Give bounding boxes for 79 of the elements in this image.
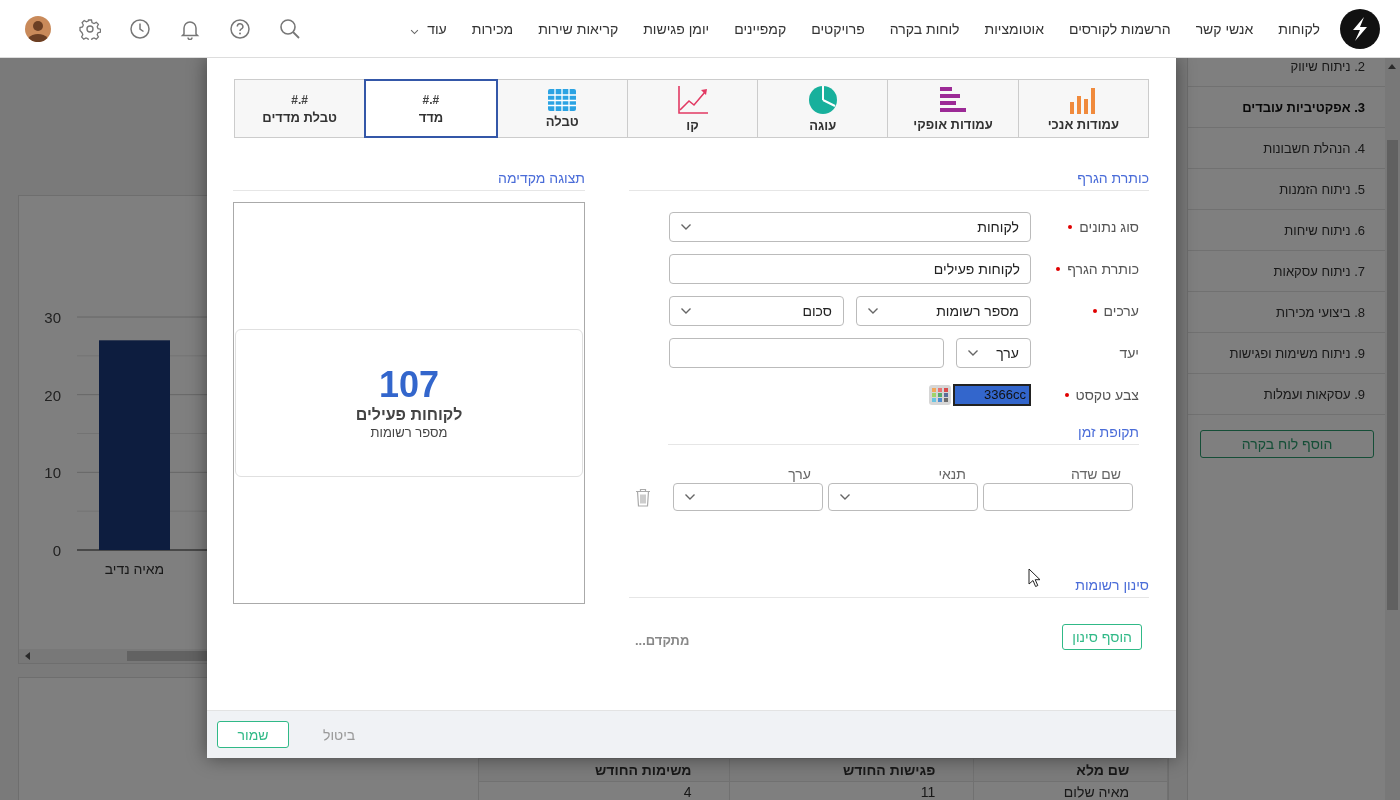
column-header: משימות החודש: [478, 758, 730, 782]
dropdown[interactable]: סכום: [669, 296, 844, 326]
dropdown[interactable]: לקוחות: [669, 212, 1031, 242]
text-field[interactable]: [983, 483, 1133, 511]
search-icon[interactable]: [279, 17, 301, 40]
section-heading: כותרת הגרף: [629, 168, 1149, 191]
field-label: כותרת הגרף: [1067, 261, 1139, 277]
tab-label: מדד: [418, 109, 444, 125]
number-format-symbol: #.#: [422, 92, 440, 107]
trash-icon[interactable]: [635, 487, 651, 507]
metric-title: לקוחות פעילים: [355, 406, 463, 424]
chevron-icon: [684, 493, 696, 501]
chart-type-tab[interactable]: קו: [626, 79, 759, 138]
chevron-icon: [410, 28, 420, 35]
tab-label: עמודות אופקי: [913, 116, 993, 132]
menu-link[interactable]: קריאות שירות: [538, 20, 619, 37]
chart-type-tab[interactable]: עמודות אופקי: [887, 79, 1019, 138]
field-label: יעד: [1119, 345, 1139, 361]
chart-type-tab[interactable]: #.# מדד: [364, 79, 498, 138]
chart-type-tab[interactable]: עמודות אנכי: [1017, 79, 1149, 138]
field-label: סוג נתונים: [1079, 219, 1139, 235]
menu-link[interactable]: אוטומציות: [984, 20, 1044, 37]
tick-label: 10: [44, 464, 61, 482]
column-header: פגישות החודש: [730, 758, 974, 782]
tick-label: 30: [44, 309, 61, 326]
text-field[interactable]: לקוחות פעילים: [669, 254, 1031, 284]
color-field[interactable]: 3366cc: [953, 384, 1031, 406]
tab-label: עוגה: [809, 117, 837, 133]
column-label: תנאי: [937, 466, 967, 483]
avatar-icon[interactable]: [25, 15, 51, 42]
tab-label: קו: [686, 117, 699, 133]
chevron-icon: [967, 349, 979, 357]
text-field[interactable]: [669, 338, 944, 368]
palette-icon[interactable]: [929, 385, 951, 405]
more-menu[interactable]: עוד: [410, 20, 447, 37]
table-icon: [548, 88, 577, 111]
chevron-icon: [680, 223, 692, 231]
menu-link[interactable]: קמפיינים: [734, 20, 787, 37]
tick-label: 20: [44, 386, 61, 404]
logo-icon[interactable]: [1340, 8, 1380, 49]
cursor-icon: [1028, 568, 1041, 588]
tab-label: טבלה: [545, 113, 579, 129]
line-chart-icon: [676, 84, 709, 115]
menu-link[interactable]: לוחות בקרה: [889, 20, 960, 37]
tab-label: טבלת מדדים: [262, 109, 338, 125]
section-heading: תקופת זמן: [668, 422, 1139, 445]
tab-label: עמודות אנכי: [1047, 116, 1120, 132]
menu-link[interactable]: לקוחות: [1278, 20, 1320, 37]
dropdown[interactable]: מספר רשומות: [856, 296, 1031, 326]
chart-type-tab[interactable]: טבלה: [496, 79, 628, 138]
advanced-link[interactable]: מתקדם...: [635, 632, 690, 648]
chevron-icon: [680, 307, 692, 315]
menu-link[interactable]: מכירות: [471, 20, 514, 37]
section-heading: תצוגה מקדימה: [233, 168, 585, 191]
pie-chart-icon: [807, 84, 838, 115]
menu-link[interactable]: אנשי קשר: [1195, 20, 1254, 37]
column-header: שם מלא: [973, 758, 1168, 782]
category-label: מאיה נדיב: [104, 561, 165, 577]
menu-link[interactable]: יומן פגישות: [643, 20, 710, 37]
number-format-symbol: #.#: [291, 92, 308, 107]
gear-icon[interactable]: [79, 17, 101, 40]
field-label: ערכים: [1103, 303, 1139, 319]
column-label: ערך: [787, 466, 812, 483]
chart-type-tab[interactable]: עוגה: [757, 79, 889, 138]
menu-link[interactable]: פרויקטים: [811, 20, 865, 37]
metric-subtitle: מספר רשומות: [370, 425, 448, 440]
table-cell: מאיה שלום: [973, 781, 1168, 800]
metric-value: 107: [378, 366, 440, 404]
chevron-icon: [867, 307, 879, 315]
horizontal-bar-chart-icon: [939, 85, 968, 114]
tick-label: 0: [52, 542, 61, 559]
dropdown[interactable]: ערך: [956, 338, 1031, 368]
clock-icon[interactable]: [129, 17, 151, 40]
field-label: צבע טקסט: [1075, 387, 1139, 403]
help-icon[interactable]: [229, 17, 251, 40]
chart-type-tab[interactable]: #.# טבלת מדדים: [234, 79, 366, 138]
column-label: שם שדה: [1069, 466, 1122, 483]
menu-link[interactable]: הרשמות לקורסים: [1068, 20, 1171, 37]
chevron-icon: [839, 493, 851, 501]
